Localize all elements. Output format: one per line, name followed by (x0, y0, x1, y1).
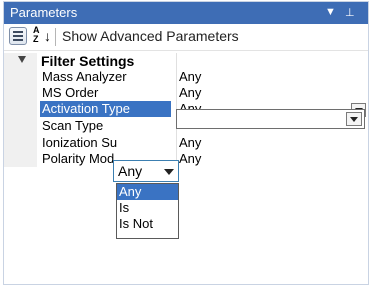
property-name: Mass Analyzer (42, 69, 127, 84)
property-name: MS Order (42, 85, 99, 100)
property-name: Ionization Su (42, 135, 118, 150)
dropdown-arrow-icon[interactable] (346, 112, 362, 126)
collapse-icon[interactable] (18, 56, 26, 63)
alphabetical-sort-icon: ↓ (44, 28, 51, 44)
dropdown-option-any[interactable]: Any (117, 184, 178, 200)
category-label: Filter Settings (41, 53, 135, 69)
toolbar-separator (55, 28, 56, 46)
property-value[interactable]: Any (177, 135, 368, 151)
scan-type-value-editor[interactable] (176, 109, 365, 129)
operator-combo[interactable]: Any (113, 160, 179, 182)
pin-icon[interactable]: ⊥ (345, 6, 355, 19)
property-row[interactable]: Mass Analyzer Any (4, 69, 368, 85)
combo-arrow-icon[interactable] (164, 169, 174, 175)
property-name: Activation Type (40, 101, 171, 117)
property-row[interactable]: Ionization Su Any (4, 135, 368, 151)
property-value[interactable]: Any (177, 151, 368, 167)
categorized-view-button[interactable] (9, 27, 27, 45)
dropdown-option-is-not[interactable]: Is Not (117, 216, 178, 232)
property-name: Scan Type (42, 118, 104, 133)
show-advanced-parameters-button[interactable]: Show Advanced Parameters (62, 28, 239, 44)
categorized-view-icon (13, 31, 23, 33)
combo-value: Any (118, 163, 143, 179)
dropdown-option-is[interactable]: Is (117, 200, 178, 216)
panel-title-bar: Parameters ▼ ⊥ (4, 2, 368, 24)
toolbar: A Z ↓ Show Advanced Parameters (4, 24, 368, 51)
chevron-down-icon[interactable]: ▼ (325, 6, 336, 18)
operator-dropdown-list: Any Is Is Not (116, 183, 179, 239)
parameters-panel: Parameters ▼ ⊥ A Z ↓ Show Advanced Param… (3, 1, 369, 285)
property-row[interactable]: MS Order Any (4, 85, 368, 101)
panel-title: Parameters (10, 5, 78, 20)
property-value[interactable]: Any (177, 85, 368, 101)
category-row[interactable]: Filter Settings (4, 53, 368, 69)
property-value[interactable]: Any (177, 69, 368, 85)
property-row[interactable]: Polarity Mod Any (4, 151, 368, 167)
